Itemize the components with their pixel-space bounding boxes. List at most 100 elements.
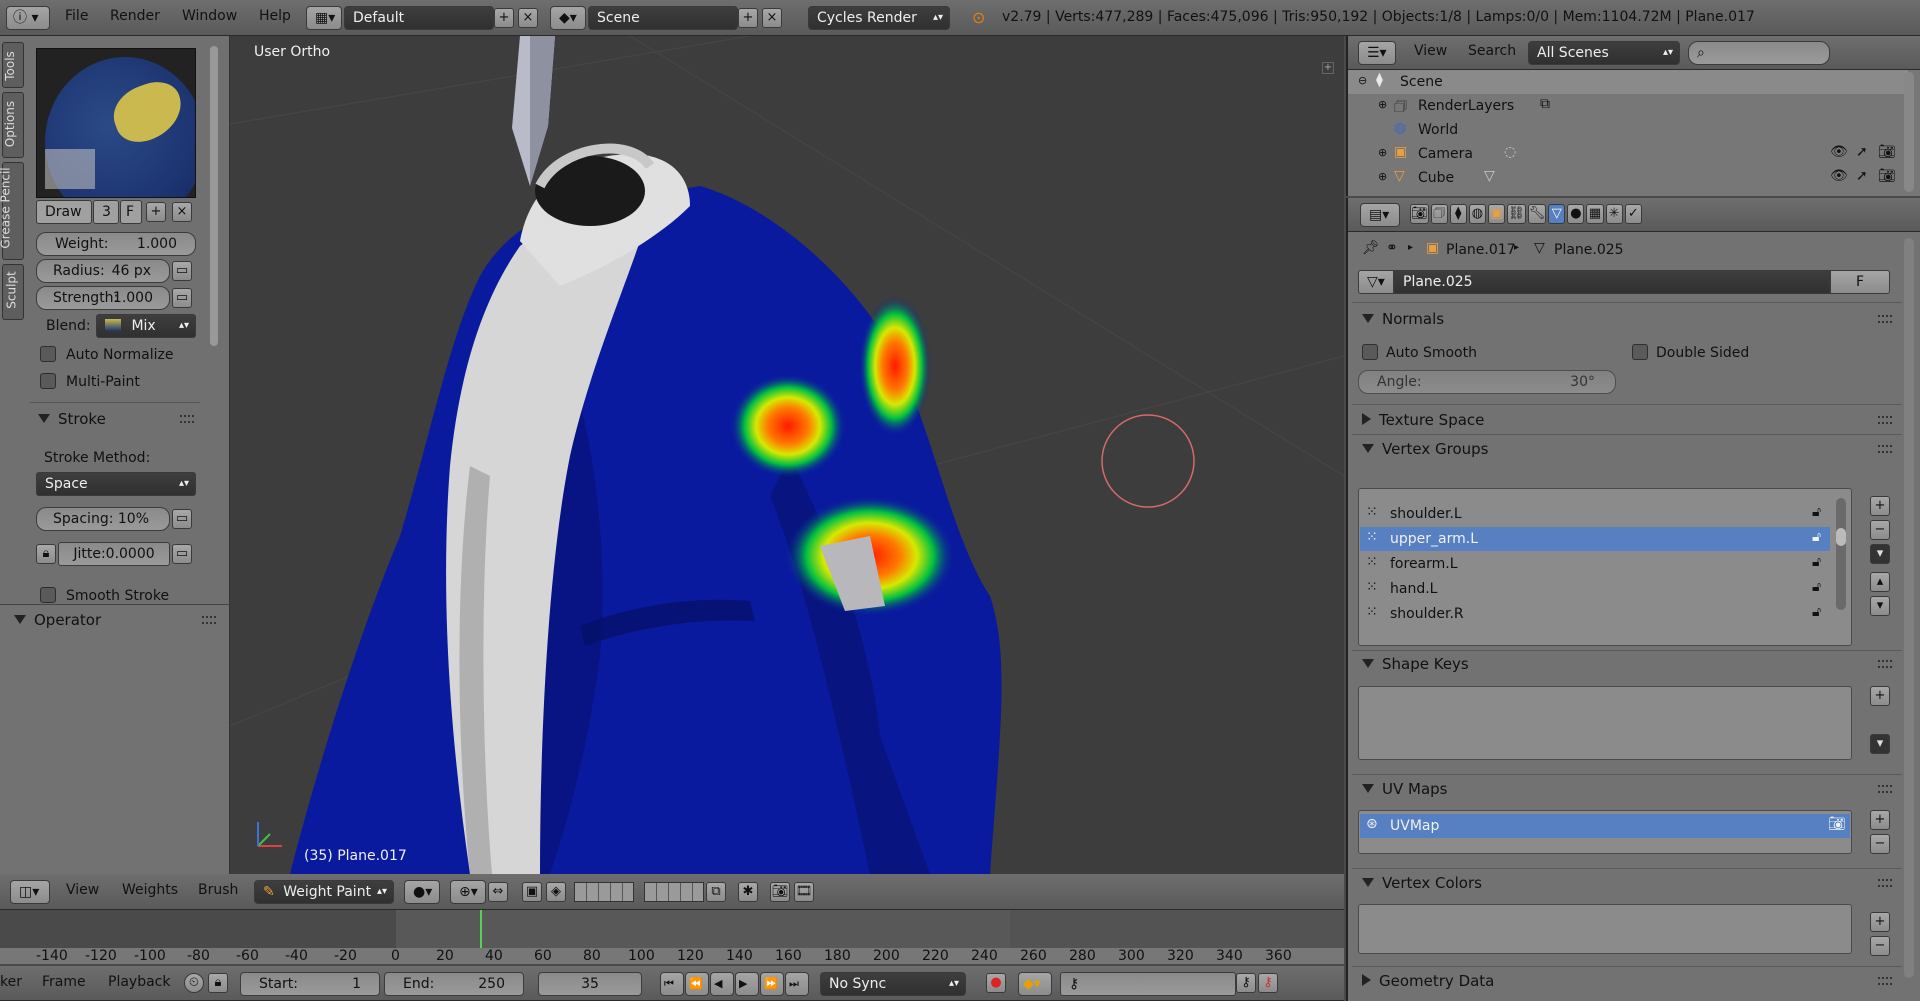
vertex-groups-scrollbar[interactable] — [1836, 498, 1846, 610]
vertex-group-move-down-button[interactable]: ▾ — [1870, 596, 1890, 616]
radius-pressure-icon[interactable]: ▭ — [172, 261, 192, 281]
manipulator-icon[interactable]: ⇔ — [488, 882, 508, 902]
preview-range-icon[interactable]: ⏲ — [184, 973, 204, 993]
outliner-menu-search[interactable]: Search — [1468, 43, 1516, 59]
render-anim-icon[interactable]: 🎞︎ — [794, 882, 814, 902]
eye-icon[interactable]: 👁︎ — [1830, 168, 1848, 184]
outliner-menu-view[interactable]: View — [1414, 43, 1447, 59]
tab-grease-pencil[interactable]: Grease Pencil — [0, 162, 24, 260]
vertex-color-remove-button[interactable]: − — [1870, 936, 1890, 956]
expand-icon[interactable]: ⊕ — [1378, 146, 1387, 159]
data-tab-icon[interactable]: ▽ — [1548, 204, 1566, 224]
auto-smooth-checkbox[interactable] — [1362, 344, 1378, 360]
layout-type-button[interactable]: ▦▾ — [306, 6, 342, 30]
brush-preview[interactable] — [36, 48, 196, 198]
vertex-group-move-up-button[interactable]: ▴ — [1870, 572, 1890, 592]
menu-frame[interactable]: Frame — [42, 974, 86, 990]
double-sided-checkbox[interactable] — [1632, 344, 1648, 360]
drag-grip-icon[interactable] — [1878, 315, 1892, 323]
menu-playback[interactable]: Playback — [108, 974, 170, 990]
jitter-field[interactable]: Jitte:0.0000 — [58, 542, 170, 566]
lock-icon[interactable]: 🔓︎ — [1812, 604, 1821, 620]
scene-type-button[interactable]: ◆▾ — [550, 6, 586, 30]
drag-grip-icon[interactable] — [1878, 445, 1892, 453]
strength-pressure-icon[interactable]: ▭ — [172, 288, 192, 308]
menu-marker[interactable]: ker — [0, 974, 22, 990]
keying-set-button[interactable]: ◆▾ — [1018, 972, 1052, 996]
multi-paint-checkbox[interactable] — [40, 373, 56, 389]
pivot-dropdown[interactable]: ⊕▾ — [450, 880, 486, 904]
current-frame-field[interactable]: 35 — [538, 972, 642, 996]
physics-tab-icon[interactable]: ✓ — [1624, 204, 1642, 224]
layers-grid-1[interactable] — [574, 882, 634, 902]
normals-section-header[interactable]: Normals — [1362, 310, 1444, 328]
outliner-item-renderlayers[interactable]: RenderLayers — [1418, 98, 1514, 114]
drag-grip-icon[interactable] — [1878, 660, 1892, 668]
vertex-group-row-selected[interactable]: ⁙ upper_arm.L 🔓︎ — [1360, 527, 1830, 551]
strength-field[interactable]: Strength: 1.000 — [36, 286, 170, 310]
render-active-uv-icon[interactable]: 📷︎ — [1828, 816, 1846, 832]
spacing-field[interactable]: Spacing: 10% — [36, 507, 170, 531]
vertex-groups-section-header[interactable]: Vertex Groups — [1362, 440, 1488, 458]
outliner-item-cube[interactable]: Cube — [1418, 170, 1454, 186]
brush-add-button[interactable]: + — [146, 202, 166, 222]
outliner-editor-type-button[interactable]: ☰▾ — [1358, 41, 1396, 65]
mesh-name-field[interactable]: Plane.025 — [1394, 270, 1830, 294]
breadcrumb-mesh[interactable]: Plane.025 — [1554, 242, 1624, 258]
expand-icon[interactable]: ⊕ — [1378, 170, 1387, 183]
weight-field[interactable]: Weight: 1.000 — [36, 232, 196, 256]
stroke-method-dropdown[interactable]: Space ▴▾ — [36, 472, 196, 496]
uv-maps-section-header[interactable]: UV Maps — [1362, 780, 1447, 798]
auto-normalize-checkbox[interactable] — [40, 346, 56, 362]
shading-dropdown[interactable]: ●▾ — [404, 880, 440, 904]
mesh-browse-button[interactable]: ▽▾ — [1358, 270, 1394, 294]
outliner-search-input[interactable]: ⌕ — [1688, 41, 1830, 65]
smooth-stroke-checkbox[interactable] — [40, 587, 56, 603]
layout-remove-button[interactable]: × — [518, 8, 538, 28]
layer-lock-icon[interactable]: ⧉ — [706, 882, 726, 902]
drag-grip-icon[interactable] — [1878, 416, 1892, 424]
brush-name-field[interactable]: Draw — [36, 200, 92, 224]
lock-range-icon[interactable]: 🔒︎ — [208, 973, 228, 993]
vertex-group-add-button[interactable]: + — [1870, 496, 1890, 516]
lock-icon[interactable]: 🔓︎ — [1812, 579, 1821, 595]
collapse-icon[interactable]: ⊖ — [1358, 74, 1367, 87]
menu-view[interactable]: View — [66, 882, 99, 898]
sync-dropdown[interactable]: No Sync ▴▾ — [820, 972, 966, 996]
tab-options[interactable]: Options — [2, 92, 24, 158]
render-still-icon[interactable]: 📷︎ — [770, 882, 790, 902]
jitter-pressure-icon[interactable]: ▭ — [172, 544, 192, 564]
vertex-group-remove-button[interactable]: − — [1870, 520, 1890, 540]
vertex-colors-section-header[interactable]: Vertex Colors — [1362, 874, 1482, 892]
cursor-select-icon[interactable]: ➚ — [1856, 168, 1868, 184]
insert-keyframe-icon[interactable]: ⚷ — [1236, 973, 1256, 993]
menu-help[interactable]: Help — [259, 8, 291, 24]
render-engine-dropdown[interactable]: Cycles Render ▴▾ — [808, 6, 950, 30]
material-tab-icon[interactable]: ● — [1567, 204, 1585, 224]
jump-end-button[interactable]: ⏭ — [785, 972, 809, 996]
shape-key-add-button[interactable]: + — [1870, 686, 1890, 706]
geometry-data-section-header[interactable]: Geometry Data — [1362, 972, 1494, 990]
spacing-pressure-icon[interactable]: ▭ — [172, 509, 192, 529]
tab-sculpt[interactable]: Sculpt — [2, 264, 24, 320]
shape-key-specials-button[interactable]: ▾ — [1870, 734, 1890, 754]
brush-fake-user-button[interactable]: F — [120, 200, 142, 224]
texture-space-section-header[interactable]: Texture Space — [1362, 411, 1484, 429]
outliner-item-camera[interactable]: Camera — [1418, 146, 1473, 162]
viewport-corner-icon[interactable]: + — [1322, 62, 1334, 74]
breadcrumb-object[interactable]: Plane.017 — [1446, 242, 1516, 258]
tab-tools[interactable]: Tools — [2, 42, 24, 88]
face-mask-icon[interactable]: ▣ — [522, 882, 542, 902]
drag-grip-icon[interactable] — [1878, 785, 1892, 793]
vertex-group-row[interactable]: ⁙ shoulder.L 🔓︎ — [1360, 502, 1830, 526]
play-reverse-button[interactable]: ◀ — [710, 972, 734, 996]
texture-tab-icon[interactable]: ▦ — [1586, 204, 1604, 224]
uv-map-row-selected[interactable]: ⊛ UVMap 📷︎ — [1360, 814, 1850, 838]
shape-keys-list[interactable] — [1358, 686, 1852, 760]
scene-remove-button[interactable]: × — [762, 8, 782, 28]
stroke-section-header[interactable]: Stroke — [38, 410, 106, 428]
outliner-filter-dropdown[interactable]: All Scenes ▴▾ — [1528, 41, 1680, 65]
object-tab-icon[interactable]: ▣ — [1487, 204, 1506, 224]
tool-shelf-scrollbar[interactable] — [210, 46, 218, 346]
vertex-color-add-button[interactable]: + — [1870, 912, 1890, 932]
